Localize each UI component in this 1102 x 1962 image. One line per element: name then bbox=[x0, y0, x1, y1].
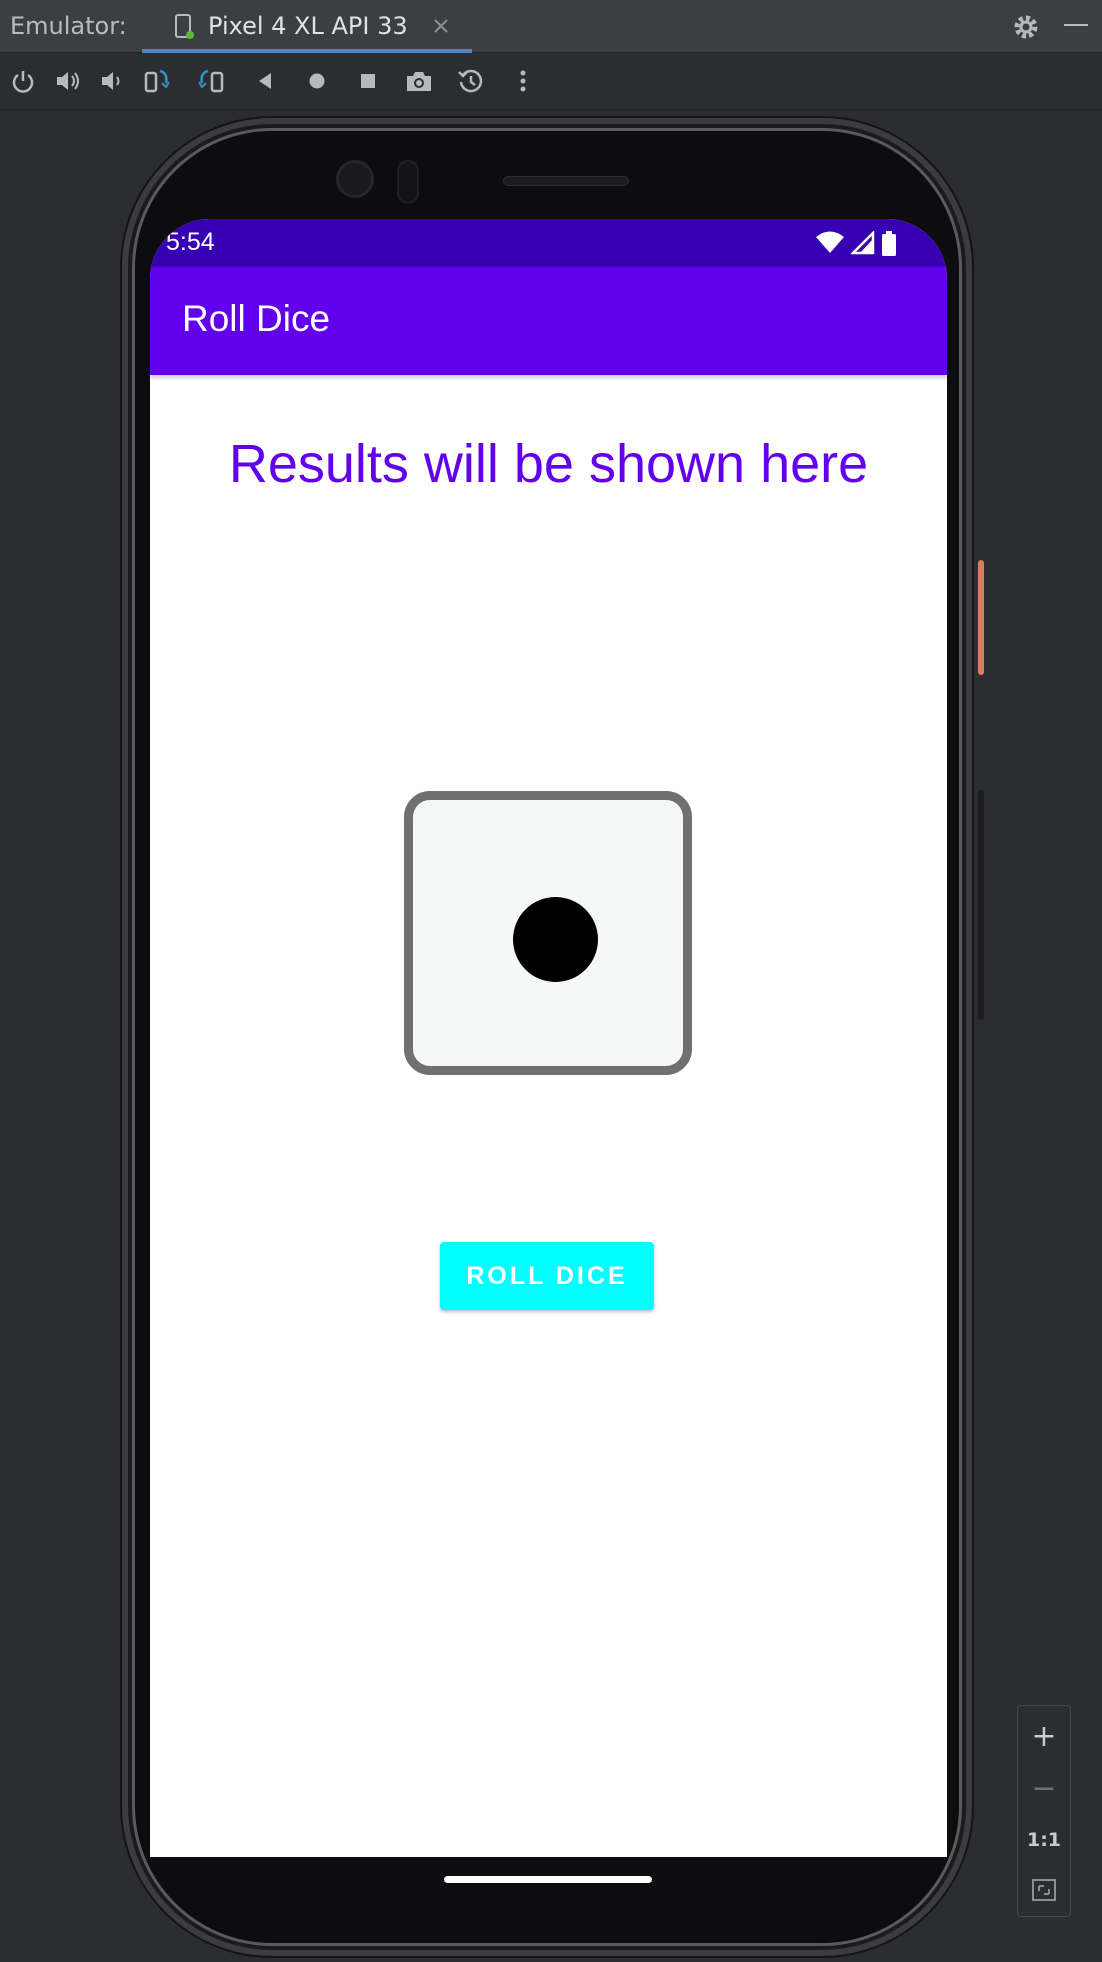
gear-icon[interactable] bbox=[1012, 13, 1040, 45]
device-screen: 5:54 Roll Dice Results will be shown her… bbox=[150, 219, 947, 1857]
emulator-toolbar bbox=[0, 54, 1102, 110]
dice-pip bbox=[513, 897, 598, 982]
dice-image bbox=[404, 791, 692, 1075]
back-icon[interactable] bbox=[250, 66, 280, 96]
home-icon[interactable] bbox=[302, 66, 332, 96]
volume-down-icon[interactable] bbox=[97, 66, 127, 96]
zoom-controls: + − 1:1 bbox=[1017, 1705, 1071, 1917]
device-icon bbox=[174, 13, 196, 45]
volume-side-button[interactable] bbox=[978, 790, 984, 1020]
power-icon[interactable] bbox=[8, 66, 38, 96]
overview-icon[interactable] bbox=[353, 66, 383, 96]
tab-label: Pixel 4 XL API 33 bbox=[208, 12, 408, 40]
volume-up-icon[interactable] bbox=[53, 66, 83, 96]
zoom-in-button[interactable]: + bbox=[1018, 1710, 1070, 1762]
screenshot-icon[interactable] bbox=[404, 66, 434, 96]
more-icon[interactable] bbox=[508, 66, 538, 96]
proximity-sensor bbox=[397, 160, 419, 204]
battery-icon bbox=[881, 231, 897, 261]
status-time: 5:54 bbox=[166, 228, 215, 256]
roll-dice-button[interactable]: ROLL DICE bbox=[440, 1242, 654, 1310]
status-bar: 5:54 bbox=[150, 219, 947, 267]
tab-device[interactable]: Pixel 4 XL API 33 bbox=[142, 0, 472, 53]
signal-icon bbox=[849, 229, 875, 261]
minimize-icon[interactable] bbox=[1064, 24, 1088, 26]
app-bar: Roll Dice bbox=[150, 267, 947, 375]
app-title: Roll Dice bbox=[182, 298, 331, 339]
rotate-right-icon[interactable] bbox=[196, 66, 226, 96]
emulator-title-bar: Emulator: Pixel 4 XL API 33 bbox=[0, 0, 1102, 53]
rotate-left-icon[interactable] bbox=[142, 66, 172, 96]
earpiece-speaker bbox=[503, 176, 629, 186]
power-side-button[interactable] bbox=[978, 560, 984, 675]
result-text: Results will be shown here bbox=[228, 434, 869, 494]
wifi-icon bbox=[815, 231, 845, 261]
actual-size-button[interactable]: 1:1 bbox=[1018, 1814, 1070, 1866]
snapshot-icon[interactable] bbox=[456, 66, 486, 96]
close-icon[interactable] bbox=[432, 17, 450, 39]
fit-screen-icon[interactable] bbox=[1018, 1864, 1070, 1916]
gesture-nav-handle[interactable] bbox=[444, 1876, 652, 1883]
emulator-label: Emulator: bbox=[10, 12, 127, 40]
front-camera bbox=[336, 160, 374, 198]
zoom-out-button[interactable]: − bbox=[1018, 1762, 1070, 1814]
